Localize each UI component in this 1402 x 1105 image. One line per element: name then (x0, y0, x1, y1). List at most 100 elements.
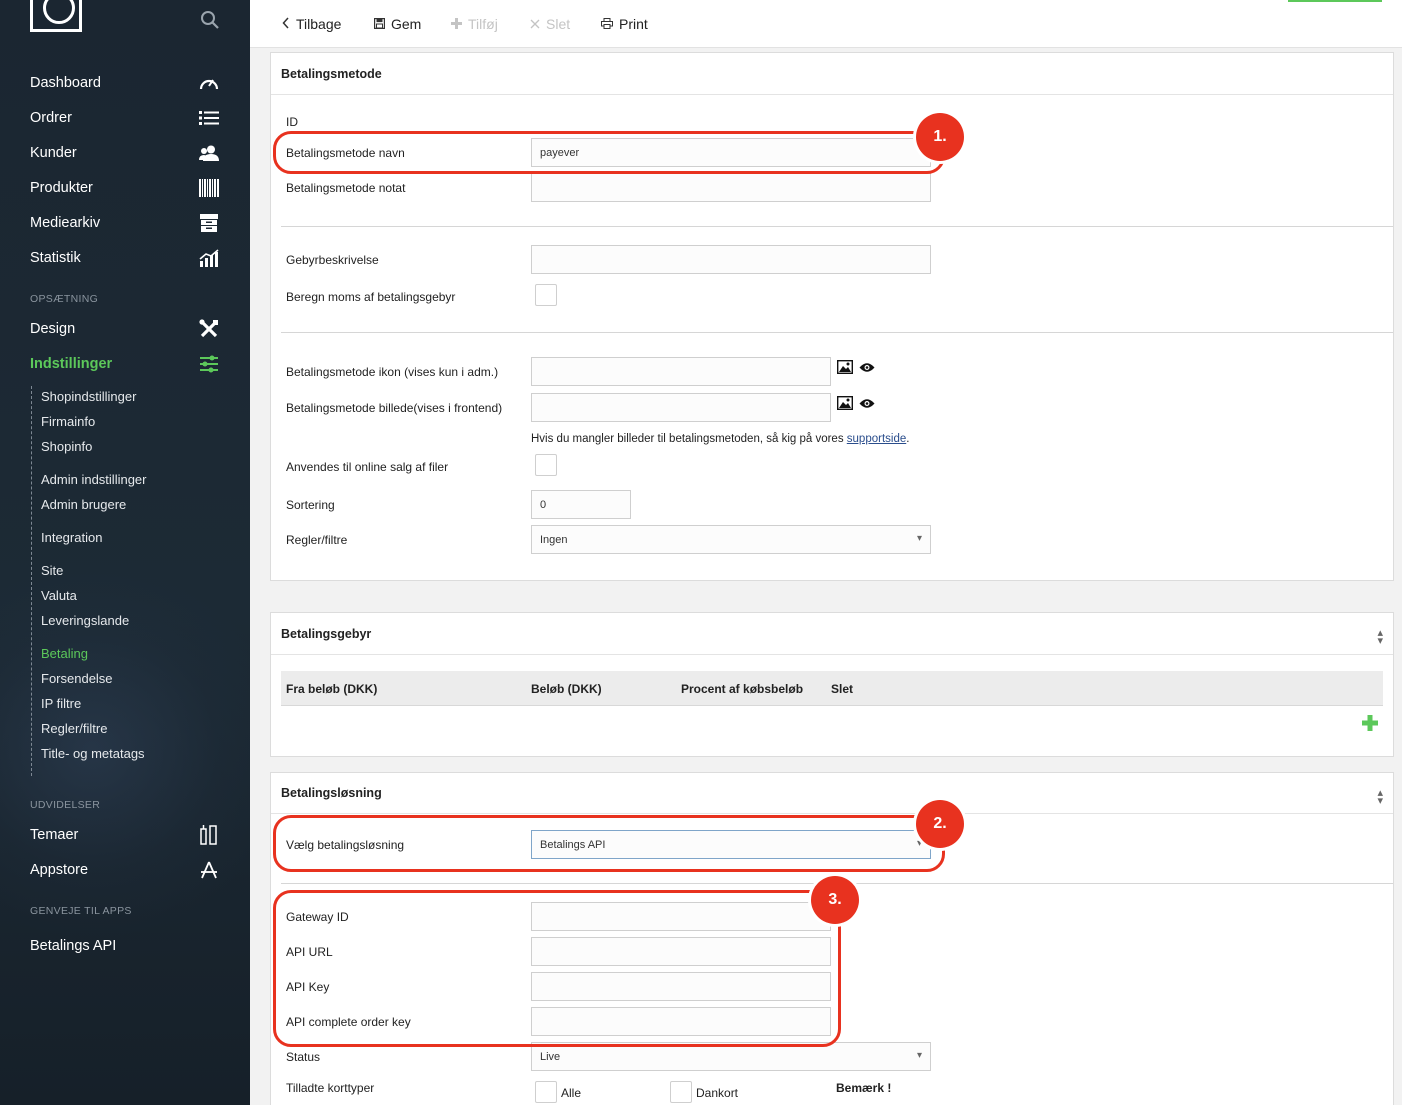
name-label: Betalingsmetode navn (286, 146, 405, 160)
api-url-input[interactable] (531, 937, 831, 966)
nav-design[interactable]: Design (30, 316, 220, 342)
collapse-arrows-icon[interactable]: ▴ ▾ (1377, 788, 1383, 807)
panel-header-separator (271, 813, 1393, 814)
list-icon (198, 107, 220, 129)
image-icon[interactable] (837, 360, 853, 374)
nav-orders[interactable]: Ordrer (30, 105, 220, 131)
eye-icon[interactable] (859, 398, 875, 409)
section-setup-label: OPSÆTNING (30, 293, 99, 305)
fee-table-header: Fra beløb (DKK) Beløb (DKK) Procent af k… (281, 671, 1383, 706)
submenu-integration[interactable]: Integration (41, 530, 102, 545)
section-divider (281, 332, 1393, 333)
toolbar: Tilbage Gem Tilføj Slet Print (250, 0, 1402, 48)
back-button[interactable]: Tilbage (282, 16, 341, 32)
fee-description-label: Gebyrbeskrivelse (286, 253, 379, 267)
online-files-checkbox[interactable] (535, 454, 557, 476)
note-heading: Bemærk ! (836, 1081, 892, 1095)
icon-input[interactable] (531, 357, 831, 386)
submenu-delivery-countries[interactable]: Leveringslande (41, 613, 129, 628)
card-dankort-checkbox[interactable] (670, 1081, 692, 1103)
save-button[interactable]: Gem (374, 16, 421, 32)
plus-icon (451, 16, 462, 32)
eye-icon[interactable] (859, 362, 875, 373)
icon-label: Betalingsmetode ikon (vises kun i adm.) (286, 365, 499, 379)
card-dankort-label: Dankort (696, 1086, 739, 1100)
submenu-currency[interactable]: Valuta (41, 588, 77, 603)
search-icon[interactable] (200, 10, 220, 35)
nav-themes[interactable]: Temaer (30, 822, 220, 848)
add-fee-plus-icon[interactable] (1362, 715, 1378, 731)
panel-header-separator (271, 94, 1393, 95)
close-icon (530, 16, 540, 32)
image-label: Betalingsmetode billede(vises i frontend… (286, 401, 503, 415)
submenu-company-info[interactable]: Firmainfo (41, 414, 95, 429)
delete-button[interactable]: Slet (530, 16, 570, 32)
api-key-label: API Key (286, 980, 330, 994)
submenu-admin-users[interactable]: Admin brugere (41, 497, 126, 512)
image-input[interactable] (531, 393, 831, 422)
speedometer-icon (198, 72, 220, 94)
submenu-admin-settings[interactable]: Admin indstillinger (41, 472, 147, 487)
nav-customers[interactable]: Kunder (30, 140, 220, 166)
image-icon[interactable] (837, 396, 853, 410)
nav-products[interactable]: Produkter (30, 175, 220, 201)
note-input[interactable] (531, 173, 931, 202)
api-complete-key-label: API complete order key (286, 1015, 411, 1029)
nav-media-archive[interactable]: Mediearkiv (30, 210, 220, 236)
support-link[interactable]: supportside (847, 433, 906, 445)
api-url-label: API URL (286, 945, 333, 959)
submenu-title-metatags[interactable]: Title- og metatags (41, 746, 145, 761)
add-button[interactable]: Tilføj (451, 16, 498, 32)
sliders-icon (198, 353, 220, 375)
nav-shortcut-betalings-api[interactable]: Betalings API (30, 933, 220, 959)
submenu-ip-filters[interactable]: IP filtre (41, 696, 81, 711)
vat-fee-label: Beregn moms af betalingsgebyr (286, 290, 456, 304)
fee-description-input[interactable] (531, 245, 931, 274)
nav-settings[interactable]: Indstillinger (30, 351, 220, 377)
section-divider (281, 226, 1393, 227)
annotation-badge-3: 3. (811, 876, 859, 924)
api-key-input[interactable] (531, 972, 831, 1001)
card-all-label: Alle (561, 1086, 582, 1100)
tools-icon (198, 318, 220, 340)
fee-col-delete: Slet (831, 682, 854, 696)
nav-dashboard[interactable]: Dashboard (30, 70, 220, 96)
sort-label: Sortering (286, 498, 335, 512)
sidebar: Dashboard Ordrer Kunder Produkter Mediea… (0, 0, 250, 1105)
chevron-left-icon (282, 16, 290, 32)
image-hint: Hvis du mangler billeder til betalingsme… (531, 433, 910, 445)
nav-statistics[interactable]: Statistik (30, 245, 220, 271)
submenu-rules-filters[interactable]: Regler/filtre (41, 721, 107, 736)
submenu-guide-line (31, 386, 32, 776)
barcode-icon (198, 177, 220, 199)
rules-label: Regler/filtre (286, 533, 348, 547)
floppy-disk-icon (374, 16, 386, 32)
collapse-arrows-icon[interactable]: ▴ ▾ (1377, 628, 1383, 647)
rules-select[interactable]: Ingen (531, 525, 931, 554)
printer-icon (601, 16, 613, 32)
submenu-shop-info[interactable]: Shopinfo (41, 439, 92, 454)
api-complete-key-input[interactable] (531, 1007, 831, 1036)
payment-solution-panel: Betalingsløsning ▴ ▾ Vælg betalingsløsnin… (270, 772, 1394, 1105)
print-button[interactable]: Print (601, 16, 648, 32)
payment-method-panel: Betalingsmetode ID Betalingsmetode navn … (270, 52, 1394, 581)
submenu-shop-settings[interactable]: Shopindstillinger (41, 389, 136, 404)
vat-fee-checkbox[interactable] (535, 284, 557, 306)
annotation-badge-2: 2. (916, 800, 964, 848)
card-all-checkbox[interactable] (535, 1081, 557, 1103)
sort-input[interactable]: 0 (531, 490, 631, 519)
id-label: ID (286, 115, 298, 129)
choose-solution-select[interactable]: Betalings API (531, 830, 931, 859)
archive-icon (198, 212, 220, 234)
status-select[interactable]: Live (531, 1042, 931, 1071)
submenu-payment[interactable]: Betaling (41, 646, 88, 661)
toolbar-accent-bar (1288, 0, 1382, 2)
panel-header-separator (271, 654, 1393, 655)
nav-appstore[interactable]: Appstore (30, 857, 220, 883)
logo[interactable] (30, 0, 82, 32)
gateway-id-label: Gateway ID (286, 910, 349, 924)
name-input[interactable]: payever (531, 138, 931, 167)
submenu-shipping[interactable]: Forsendelse (41, 671, 113, 686)
gateway-id-input[interactable] (531, 902, 831, 931)
submenu-site[interactable]: Site (41, 563, 63, 578)
